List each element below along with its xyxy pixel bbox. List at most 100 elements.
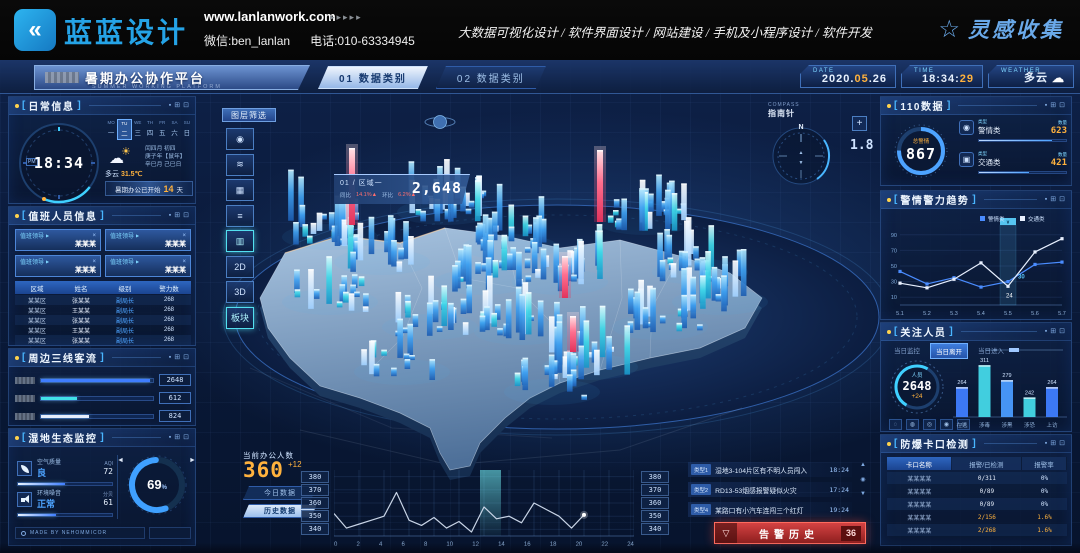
x-axis-labels: 024681012141618202224 bbox=[334, 542, 634, 548]
y-tick-box: 340 bbox=[301, 523, 329, 535]
layer-btn-stats[interactable]: ▥ bbox=[226, 230, 254, 252]
dot-icon bbox=[21, 531, 26, 536]
gauge-value: 69 bbox=[147, 477, 161, 492]
minimize-icon[interactable]: ▪ bbox=[1045, 102, 1047, 109]
mom-value: 6.2% bbox=[398, 192, 411, 198]
fullscreen-icon[interactable]: ⊡ bbox=[1059, 102, 1065, 109]
alarm-type-row: ▣类型交通类数量421 bbox=[959, 151, 1067, 174]
focus-tab-1[interactable]: 当日监控 bbox=[889, 343, 925, 359]
minimize-icon[interactable]: ▪ bbox=[169, 212, 171, 219]
office-line-chart bbox=[334, 464, 634, 540]
fullscreen-icon[interactable]: ⊡ bbox=[1059, 328, 1065, 335]
window-icon[interactable]: ⊞ bbox=[174, 212, 180, 219]
minimize-icon[interactable]: ▪ bbox=[169, 102, 171, 109]
bracket: [ bbox=[894, 438, 897, 449]
bracket: [ bbox=[22, 352, 25, 363]
fullscreen-icon[interactable]: ⊡ bbox=[1059, 440, 1065, 447]
duty-card: 值班领导▶×某某某 bbox=[105, 229, 191, 251]
website-link[interactable]: www.lanlanwork.com bbox=[204, 9, 336, 24]
divider bbox=[117, 455, 118, 519]
window-icon[interactable]: ⊞ bbox=[174, 354, 180, 361]
panel-title: 110数据 bbox=[900, 98, 944, 113]
mini-icon[interactable]: ◎ bbox=[923, 419, 936, 430]
minimize-icon[interactable]: ▪ bbox=[169, 354, 171, 361]
fullscreen-icon[interactable]: ⊡ bbox=[1059, 196, 1065, 203]
wechat-label: 微信:ben_lanlan bbox=[204, 32, 290, 49]
table-row: 某某某某2/1561.6% bbox=[887, 511, 1067, 523]
focus-bar-chart: 264在逃311涉毒279涉黑242涉恐264上访 bbox=[951, 347, 1069, 431]
y-tick-box: 360 bbox=[641, 497, 669, 509]
window-icon[interactable]: ⊞ bbox=[174, 102, 180, 109]
close-icon[interactable]: × bbox=[182, 259, 186, 265]
eco-footer: MADE BY NEHOMMICOR bbox=[15, 527, 145, 539]
gauge-unit: % bbox=[162, 485, 167, 491]
panel-110-data: [110数据]▪⊞⊡ 总警情 867 ◉类型警情类数量623▣类型交通类数量42… bbox=[880, 96, 1072, 186]
days-count: 14 bbox=[163, 184, 173, 194]
window-icon[interactable]: ⊞ bbox=[1050, 328, 1056, 335]
layer-btn-2d[interactable]: 2D bbox=[226, 256, 254, 278]
fullscreen-icon[interactable]: ⊡ bbox=[183, 212, 189, 219]
alert-row[interactable]: 类型4某路口有小汽车连闯三个红灯19:24 bbox=[688, 502, 852, 517]
close-icon[interactable]: × bbox=[182, 233, 186, 239]
svg-text:242: 242 bbox=[1025, 390, 1034, 396]
scroll-up-icon[interactable]: ▲ bbox=[860, 462, 866, 468]
speaker-icon bbox=[17, 492, 32, 507]
yoy-label: 同比 bbox=[340, 191, 351, 199]
tab-data-category-1[interactable]: 01 数据类别 bbox=[318, 66, 428, 89]
minimize-icon[interactable]: ▪ bbox=[1045, 328, 1047, 335]
table-row: 某某某某0/890% bbox=[887, 485, 1067, 497]
svg-text:涉黑: 涉黑 bbox=[1001, 421, 1013, 429]
eco-metric: 空气质量良AQI72 bbox=[17, 457, 113, 479]
redacted-label bbox=[15, 377, 35, 384]
window-icon[interactable]: ⊞ bbox=[1050, 102, 1056, 109]
layer-btn-block[interactable]: 板块 bbox=[226, 307, 254, 329]
scroll-down-icon[interactable]: ▼ bbox=[860, 491, 866, 497]
minimize-icon[interactable]: ▪ bbox=[1045, 440, 1047, 447]
minimize-icon[interactable]: ▪ bbox=[1045, 196, 1047, 203]
close-icon[interactable]: × bbox=[92, 259, 96, 265]
close-icon[interactable]: × bbox=[92, 233, 96, 239]
window-icon[interactable]: ⊞ bbox=[174, 434, 180, 441]
y-tick-box: 350 bbox=[641, 510, 669, 522]
y-tick-box: 350 bbox=[301, 510, 329, 522]
svg-text:5.7: 5.7 bbox=[1058, 311, 1066, 317]
mini-icon[interactable]: ◌ bbox=[889, 419, 902, 430]
duty-card: 值班领导▶×某某某 bbox=[105, 255, 191, 277]
header-line bbox=[958, 105, 1036, 106]
fullscreen-icon[interactable]: ⊡ bbox=[183, 434, 189, 441]
svg-text:5.1: 5.1 bbox=[896, 311, 904, 317]
header-line bbox=[984, 443, 1037, 444]
svg-text:5.3: 5.3 bbox=[950, 311, 958, 317]
alert-row[interactable]: 类型2RD13-53烟感报警疑似火灾17:24 bbox=[688, 482, 852, 497]
window-icon[interactable]: ⊞ bbox=[1050, 440, 1056, 447]
zoom-in-button[interactable]: + bbox=[852, 116, 867, 131]
layer-btn-grid[interactable]: ▦ bbox=[226, 179, 254, 201]
alert-row[interactable]: 类型1湿地3-104片区有不明人员闯入18:24 bbox=[688, 462, 852, 477]
window-icon[interactable]: ⊞ bbox=[1050, 196, 1056, 203]
scroll-dot-icon[interactable]: ◉ bbox=[860, 476, 865, 483]
time-chip: TIME 18:34:29 bbox=[901, 65, 983, 88]
compass-icon: N ▲ ▼ bbox=[768, 120, 834, 186]
layer-btn-3d[interactable]: 3D bbox=[226, 281, 254, 303]
mini-icon[interactable]: ◍ bbox=[906, 419, 919, 430]
compass-widget[interactable]: N ▲ ▼ bbox=[768, 120, 834, 186]
layer-btn-location[interactable]: ◉ bbox=[226, 128, 254, 150]
y-tick-box: 340 bbox=[641, 523, 669, 535]
svg-text:5.6: 5.6 bbox=[1031, 311, 1039, 317]
fullscreen-icon[interactable]: ⊡ bbox=[183, 354, 189, 361]
fullscreen-icon[interactable]: ⊡ bbox=[183, 102, 189, 109]
date-year: 2020. bbox=[822, 73, 855, 85]
inspiration-collect[interactable]: ☆ 灵感收集 bbox=[938, 14, 1064, 44]
humidity-gauge: 69% bbox=[125, 453, 189, 517]
alert-history-banner[interactable]: ▽ 告警历史 36 bbox=[714, 522, 866, 544]
tab-data-category-2[interactable]: 02 数据类别 bbox=[436, 66, 546, 89]
arrow-icon: ▶ bbox=[136, 259, 139, 264]
table-row: 某某某某0/3110% bbox=[887, 472, 1067, 484]
layer-btn-radar[interactable]: ≋ bbox=[226, 154, 254, 176]
alert-count-badge: 36 bbox=[841, 526, 861, 541]
minimize-icon[interactable]: ▪ bbox=[169, 434, 171, 441]
date-month: 05 bbox=[854, 73, 868, 85]
layer-btn-list[interactable]: ≡ bbox=[226, 205, 254, 227]
duty-card: 值班领导▶×某某某 bbox=[15, 229, 101, 251]
weather-value: 多云 bbox=[1024, 72, 1048, 84]
